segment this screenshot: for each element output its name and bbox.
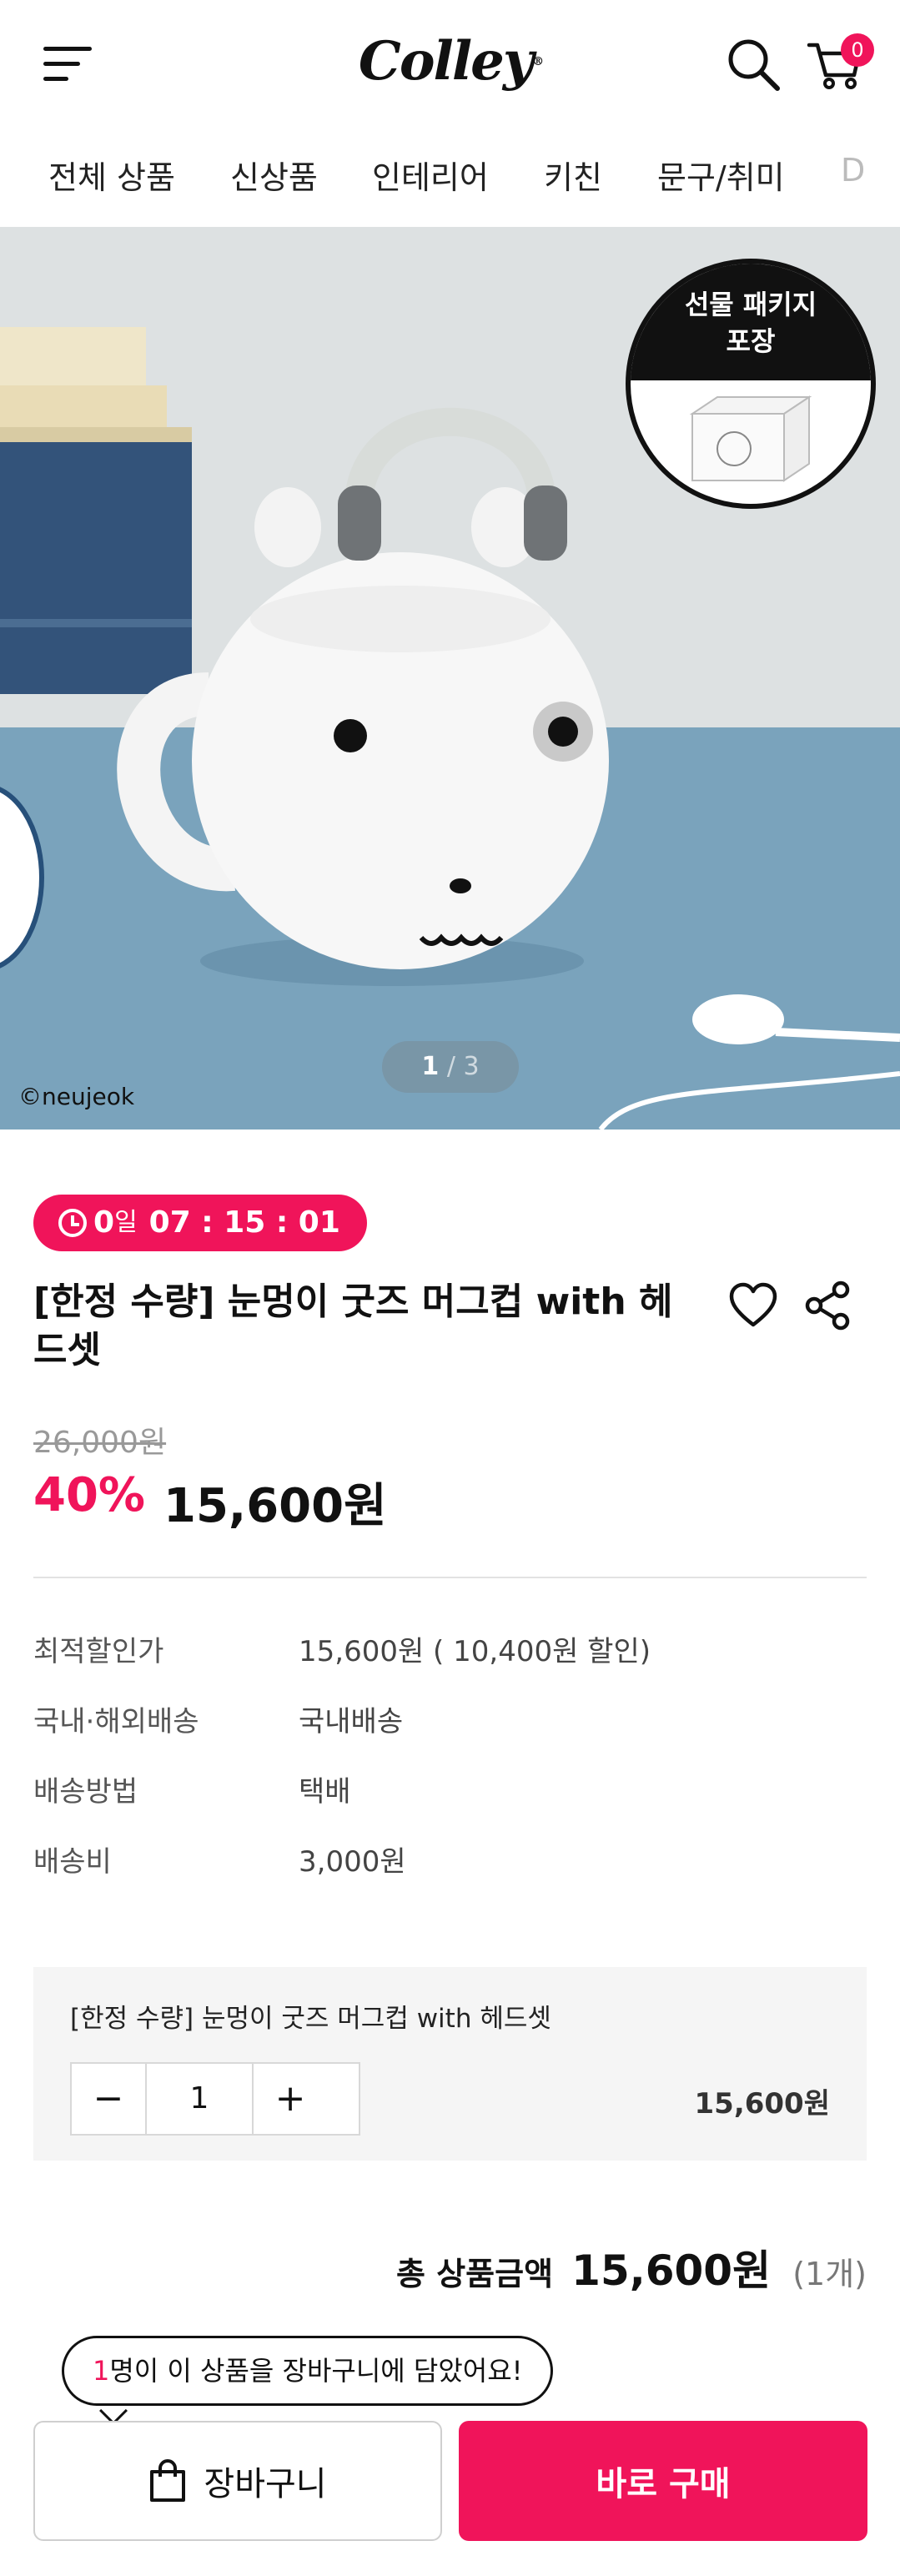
product-image-carousel[interactable]: 선물 패키지 포장 1 / 3 ©neujeok (0, 227, 900, 1130)
info-row-shipping-region: 국내·해외배송 국내배송 (33, 1705, 404, 1738)
heart-icon (729, 1282, 777, 1327)
countdown-time: 07 : 15 : 01 (148, 1205, 340, 1240)
share-icon (805, 1280, 850, 1331)
countdown-days: 0 (93, 1205, 115, 1240)
gift-package-badge: 선물 패키지 포장 (626, 259, 876, 509)
selected-option-box: [한정 수량] 눈멍이 굿즈 머그컵 with 헤드셋 − 1 + 15,600… (33, 1967, 867, 2161)
menu-icon[interactable] (43, 43, 92, 83)
category-kitchen[interactable]: 키친 (544, 152, 602, 198)
gift-box-icon (689, 395, 812, 482)
divider (33, 1577, 867, 1578)
search-icon[interactable] (724, 35, 782, 93)
cart-social-proof-tooltip: 1명이 이 상품을 장바구니에 담았어요! (62, 2336, 554, 2406)
shopping-bag-icon (150, 2459, 186, 2502)
decrease-quantity-button[interactable]: − (72, 2064, 145, 2134)
category-stationery[interactable]: 문구/취미 (657, 152, 785, 198)
discount-rate: 40% (33, 1468, 146, 1522)
product-title: [한정 수량] 눈멍이 굿즈 머그컵 with 헤드셋 (33, 1280, 673, 1371)
countdown-day-unit: 일 (114, 1208, 138, 1237)
category-nav: 전체 상품 신상품 인테리어 키친 문구/취미 D (0, 133, 900, 225)
option-price: 15,600원 (694, 2087, 830, 2121)
increase-quantity-button[interactable]: + (254, 2064, 327, 2134)
logo[interactable]: Colley® (350, 28, 551, 95)
quantity-stepper: − 1 + (70, 2062, 360, 2136)
info-row-shipping-fee: 배송비 3,000원 (33, 1845, 406, 1879)
category-more[interactable]: D (841, 152, 865, 189)
header: Colley® 0 (0, 0, 900, 127)
buy-now-button[interactable]: 바로 구매 (459, 2421, 867, 2541)
category-all[interactable]: 전체 상품 (48, 152, 175, 198)
sale-price: 15,600원 (163, 1479, 387, 1533)
info-row-shipping-method: 배송방법 택배 (33, 1775, 351, 1809)
share-button[interactable] (802, 1280, 854, 1331)
clock-icon (58, 1209, 87, 1237)
info-row-best-price: 최적할인가 15,600원 ( 10,400원 할인) (33, 1635, 651, 1668)
original-price: 26,000원 (33, 1426, 167, 1460)
like-button[interactable] (727, 1280, 779, 1331)
cart-button[interactable]: 0 (806, 33, 874, 93)
category-interior[interactable]: 인테리어 (372, 152, 489, 198)
option-name: [한정 수량] 눈멍이 굿즈 머그컵 with 헤드셋 (70, 2004, 551, 2034)
image-credit: ©neujeok (18, 1083, 135, 1110)
quantity-value[interactable]: 1 (145, 2064, 254, 2134)
add-to-cart-button[interactable]: 장바구니 (33, 2421, 442, 2541)
carousel-pager: 1 / 3 (382, 1041, 519, 1093)
category-new[interactable]: 신상품 (230, 152, 318, 198)
total-price: 총 상품금액 15,600원 (1개) (396, 2246, 867, 2295)
cart-count-badge: 0 (841, 33, 874, 67)
deal-countdown-badge: 0 일 07 : 15 : 01 (33, 1195, 367, 1251)
